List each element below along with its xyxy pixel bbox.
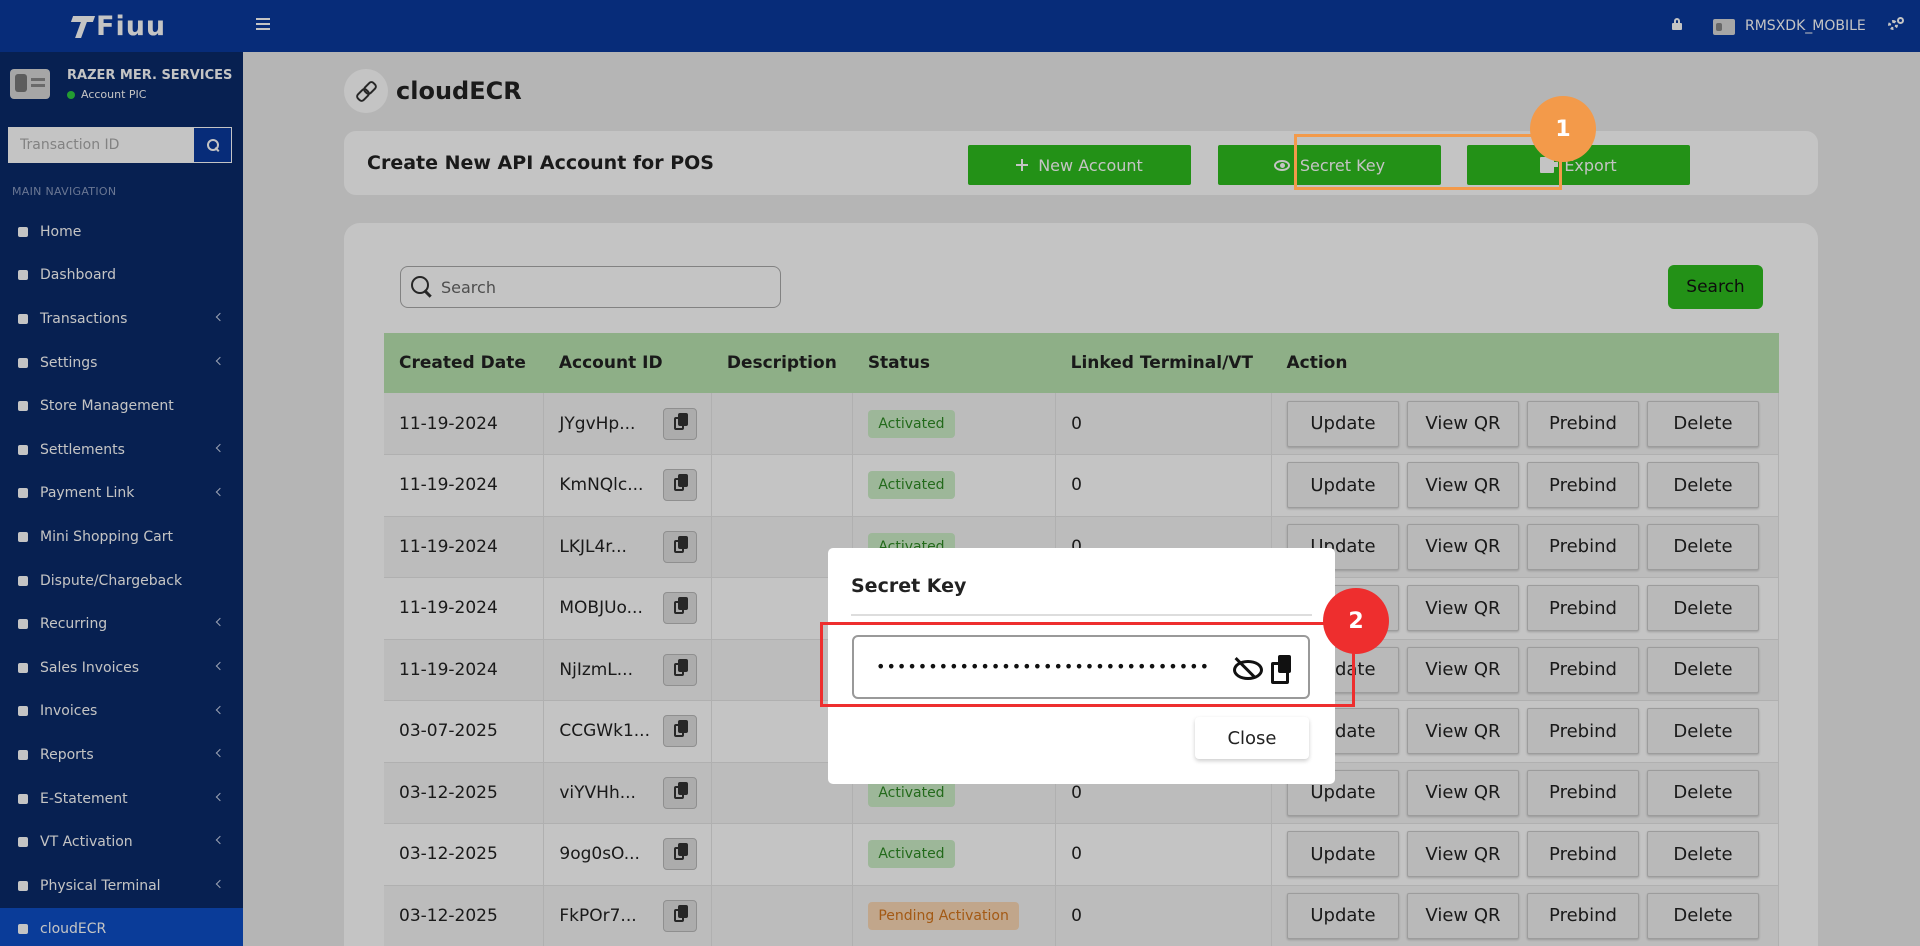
- modal-divider: [851, 614, 1312, 616]
- highlight-box-1: [1294, 134, 1562, 190]
- highlight-box-2: [820, 622, 1355, 707]
- modal-title: Secret Key: [851, 575, 967, 597]
- close-button[interactable]: Close: [1195, 717, 1309, 759]
- step-marker-2: 2: [1323, 588, 1389, 654]
- step-marker-1: 1: [1530, 96, 1596, 162]
- modal-backdrop[interactable]: [0, 0, 1920, 946]
